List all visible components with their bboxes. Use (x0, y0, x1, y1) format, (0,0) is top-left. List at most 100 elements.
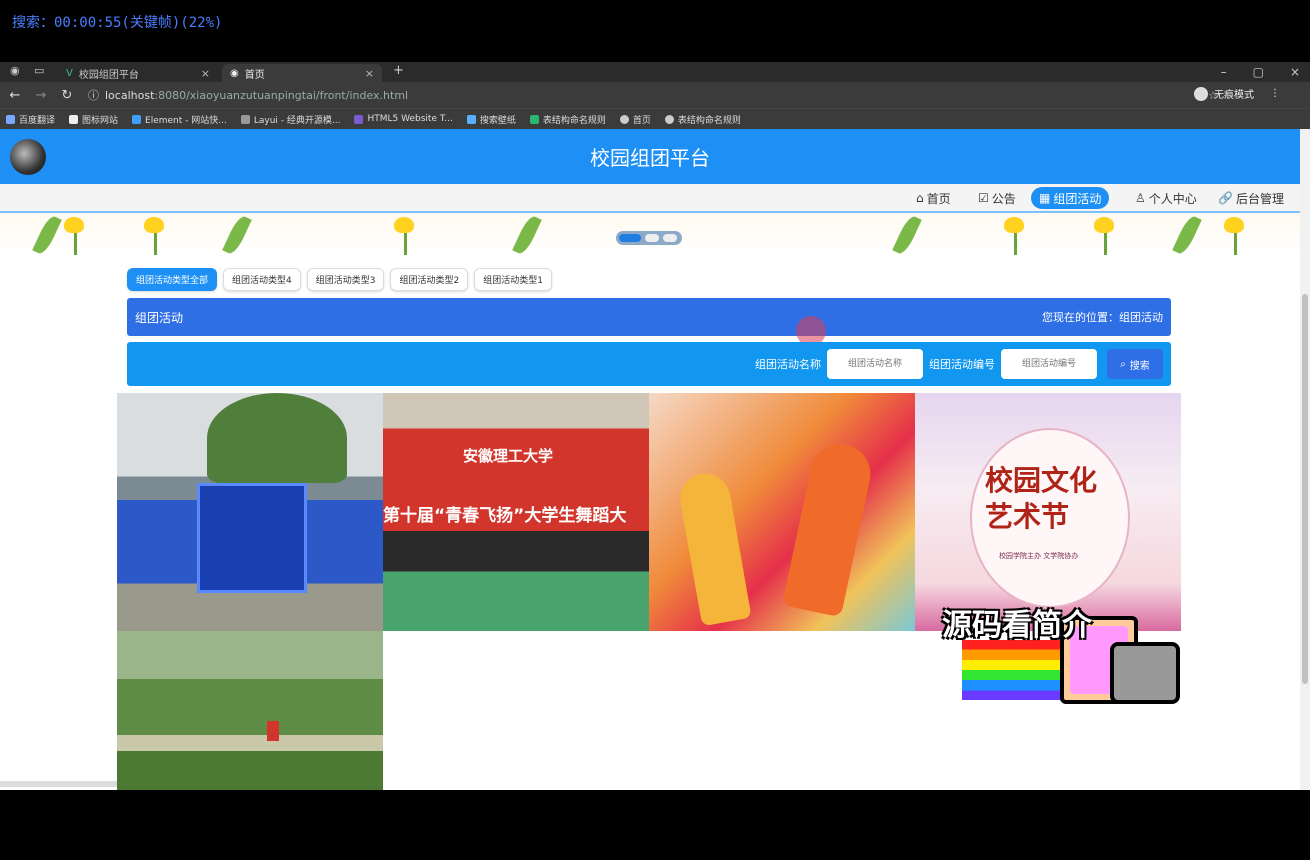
incognito-indicator[interactable]: 无痕模式 ⋮ (1194, 86, 1280, 101)
horizontal-scrollbar[interactable] (0, 781, 117, 787)
festival-subtitle: 校园学院主办 文学院协办 (999, 552, 1079, 560)
browser-tab-1[interactable]: V 校园组团平台 × (58, 64, 218, 82)
nav-label: 个人中心 (1148, 191, 1197, 206)
globe-icon (664, 114, 674, 124)
activity-card-1[interactable] (117, 393, 383, 631)
tab-label: 校园组团平台 (78, 69, 139, 81)
sheet-icon (529, 114, 539, 124)
location-text: 您现在的位置：组团活动 (1042, 311, 1163, 324)
leaf-decoration (1172, 213, 1202, 255)
flower-decoration (1094, 217, 1114, 255)
incognito-label: 无痕模式 (1214, 90, 1254, 101)
promo-overlay-text: 源码看简介 (942, 608, 1092, 643)
bookmark[interactable]: Element - 网站快... (132, 113, 227, 126)
flower-decoration (1224, 217, 1244, 255)
leaf-decoration (892, 213, 922, 255)
breadcrumb: 组团活动 您现在的位置：组团活动 (127, 298, 1171, 336)
bookmark[interactable]: 首页 (619, 113, 651, 126)
tab-close-icon[interactable]: × (201, 67, 210, 80)
type-tab-4[interactable]: 组团活动类型4 (223, 268, 301, 291)
menu-icon[interactable]: ⋮ (1270, 88, 1280, 99)
name-label: 组团活动名称 (755, 358, 821, 371)
forward-icon[interactable]: → (30, 88, 52, 103)
school-name: 安徽理工大学 (463, 447, 554, 465)
bookmark-label: 百度翻译 (19, 115, 56, 126)
back-icon[interactable]: ← (4, 88, 26, 103)
bookmark[interactable]: 表结构命名规则 (529, 113, 606, 126)
layui-icon (240, 114, 250, 124)
leaf-decoration (222, 213, 252, 255)
nav-label: 公告 (991, 191, 1016, 206)
bookmark-label: 表结构命名规则 (542, 115, 606, 126)
activity-card-3[interactable] (649, 393, 915, 631)
bookmark[interactable]: 搜索壁纸 (466, 113, 516, 126)
type-tab-2[interactable]: 组团活动类型2 (390, 268, 469, 291)
bookmark[interactable]: HTML5 Website T... (354, 114, 453, 124)
url-path: :8080/xiaoyuanzutuanpingtai/front/index.… (154, 88, 409, 102)
tab-label: 首页 (244, 69, 265, 81)
bookmark[interactable]: 百度翻译 (6, 113, 55, 126)
tab-close-icon[interactable]: × (365, 67, 374, 80)
translate-icon (6, 114, 15, 124)
carousel-dot[interactable] (645, 234, 659, 242)
link-icon: 🔗 (1218, 191, 1233, 205)
bookmark-label: 表结构命名规则 (677, 115, 741, 126)
html5-icon (354, 114, 364, 124)
tab-list-icon[interactable]: ▭ (34, 64, 44, 77)
nav-profile[interactable]: ♙ 个人中心 (1127, 187, 1205, 209)
globe-icon: ◉ (230, 67, 239, 79)
event-banner-text: 第十届“青春飞扬”大学生舞蹈大 (383, 506, 627, 526)
new-tab-button[interactable]: + (393, 63, 404, 78)
booth-image (197, 483, 307, 593)
activity-code-input[interactable] (1001, 349, 1097, 379)
minimize-button[interactable]: – (1221, 65, 1227, 79)
activity-card-5[interactable] (117, 631, 383, 790)
activity-card-4[interactable]: 校园文化 艺术节 校园学院主办 文学院协办 (915, 393, 1181, 631)
carousel-dot[interactable] (663, 234, 677, 242)
carousel-dot-active[interactable] (619, 234, 641, 242)
nav-admin[interactable]: 🔗 后台管理 (1210, 187, 1292, 209)
nav-label: 首页 (926, 191, 951, 206)
browser-tab-2[interactable]: ◉ 首页 × (222, 64, 382, 82)
activity-name-input[interactable] (827, 349, 923, 379)
flower-decoration (64, 217, 84, 255)
type-tab-all[interactable]: 组团活动类型全部 (127, 268, 218, 291)
close-window-button[interactable]: × (1290, 65, 1300, 79)
search-button-label: 搜索 (1129, 360, 1150, 372)
incognito-icon (1194, 86, 1208, 101)
grid-icon: ▦ (1039, 191, 1051, 205)
reload-icon[interactable]: ↻ (56, 88, 78, 103)
flag-image (267, 721, 279, 741)
nav-activities[interactable]: ▦ 组团活动 (1031, 187, 1110, 209)
bookmarks-bar: 百度翻译 图标网站 Element - 网站快... Layui - 经典开源模… (0, 108, 1310, 129)
bookmark[interactable]: 表结构命名规则 (664, 113, 741, 126)
carousel-dots[interactable] (616, 231, 682, 245)
activity-type-tabs: 组团活动类型全部 组团活动类型4 组团活动类型3 组团活动类型2 组团活动类型1 (127, 268, 552, 291)
bookmark[interactable]: Layui - 经典开源模... (240, 113, 340, 126)
search-form: 组团活动名称 组团活动编号 ⌕ 搜索 (127, 342, 1171, 386)
top-nav: ⌂ 首页 ☑ 公告 ▦ 组团活动 ♙ 个人中心 🔗 后台管理 (0, 184, 1300, 213)
bookmark-label: HTML5 Website T... (367, 114, 453, 124)
nav-home[interactable]: ⌂ 首页 (908, 187, 959, 209)
element-icon (132, 114, 142, 124)
activity-card-2[interactable]: 安徽理工大学 第十届“青春飞扬”大学生舞蹈大 (383, 393, 649, 631)
bookmark-label: 图标网站 (82, 115, 119, 126)
url-field[interactable]: ⓘ localhost:8080/xiaoyuanzutuanpingtai/f… (88, 86, 1218, 104)
nav-notice[interactable]: ☑ 公告 (970, 187, 1024, 209)
scrollbar-thumb[interactable] (1302, 294, 1308, 684)
flower-decoration (394, 217, 414, 255)
type-tab-3[interactable]: 组团活动类型3 (306, 268, 385, 291)
search-button[interactable]: ⌕ 搜索 (1107, 349, 1163, 379)
section-title: 组团活动 (135, 310, 184, 325)
flower-decoration (144, 217, 164, 255)
bookmark[interactable]: 图标网站 (69, 113, 118, 126)
athlete-silhouette (676, 469, 752, 627)
vertical-scrollbar[interactable] (1300, 129, 1310, 790)
chrome-icon: ◉ (10, 64, 20, 77)
maximize-button[interactable]: ▢ (1253, 65, 1264, 79)
code-label: 组团活动编号 (929, 358, 995, 371)
type-tab-1[interactable]: 组团活动类型1 (474, 268, 552, 291)
browser-tabstrip: ◉ ▭ V 校园组团平台 × ◉ 首页 × + – ▢ × (0, 62, 1310, 82)
search-status-overlay: 搜索：00:00:55(关键帧)(22%) (12, 15, 223, 31)
user-icon: ♙ (1135, 191, 1146, 205)
